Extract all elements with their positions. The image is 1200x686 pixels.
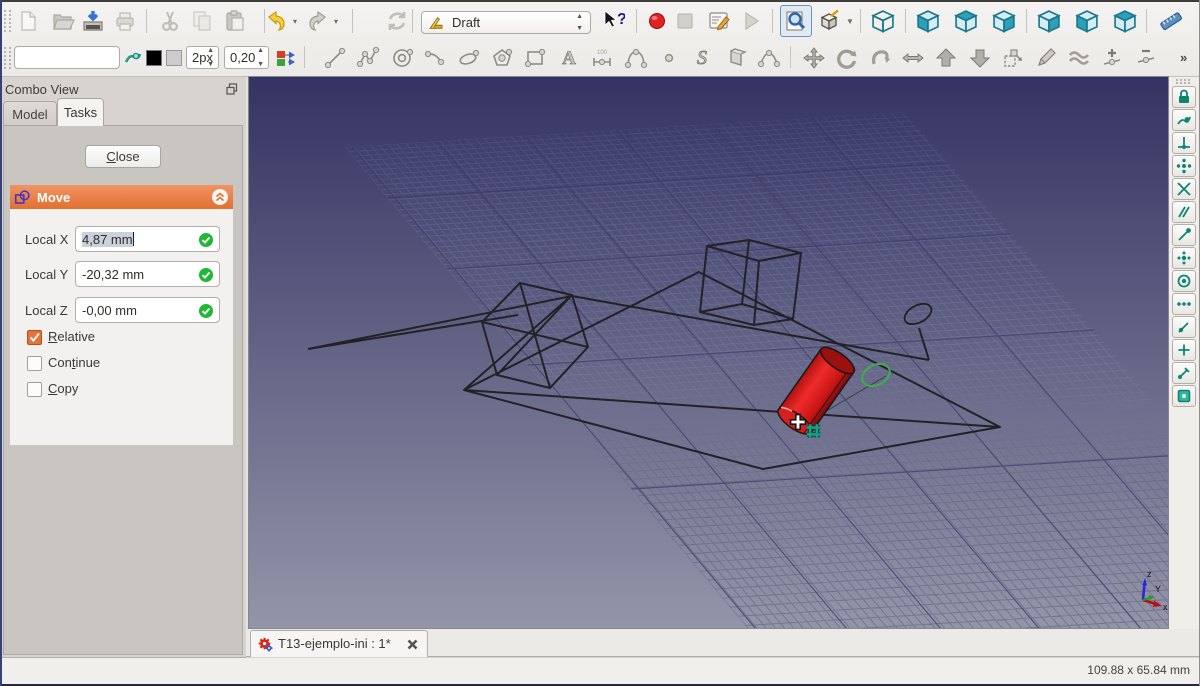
svg-text:A: A	[562, 48, 576, 69]
svg-text:z: z	[1147, 569, 1152, 579]
svg-text:?: ?	[617, 11, 625, 28]
svg-text:S: S	[697, 47, 707, 69]
svg-text:100: 100	[597, 50, 608, 56]
svg-text:Y: Y	[1155, 584, 1161, 594]
svg-text:x: x	[1163, 602, 1168, 612]
